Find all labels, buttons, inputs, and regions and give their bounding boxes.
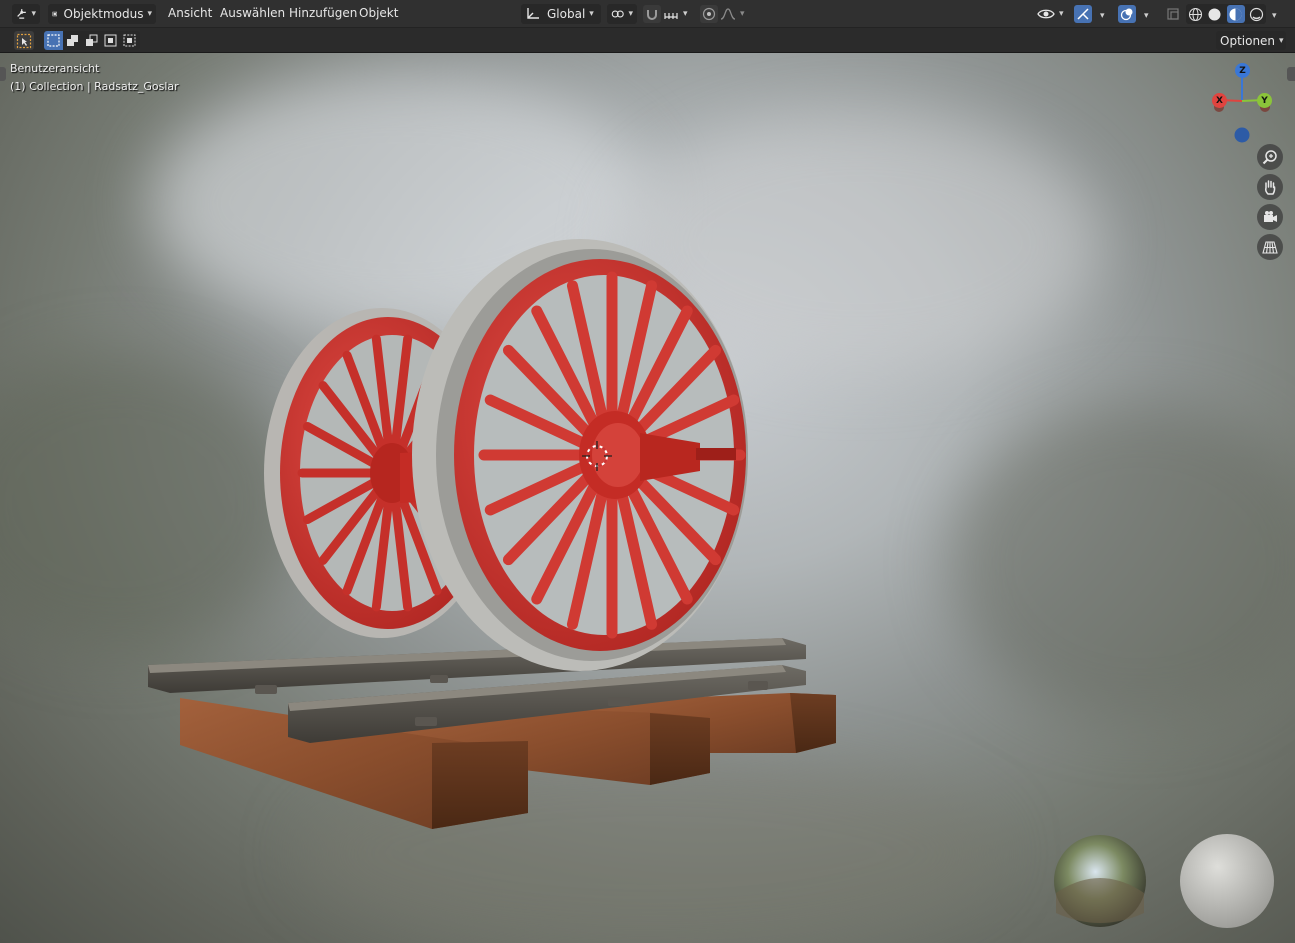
- chevron-down-icon: ▾: [1279, 35, 1284, 46]
- chevron-down-icon: ▾: [683, 9, 688, 19]
- viewport-header: ▾ Objektmodus ▾ Ansicht Auswählen Hinzuf…: [0, 0, 1295, 28]
- navigation-gizmo[interactable]: Z X Y: [1204, 63, 1284, 148]
- chevron-down-icon: ▾: [628, 9, 633, 19]
- select-box-icon: [16, 33, 32, 48]
- tool-settings-bar: Optionen ▾: [0, 28, 1295, 53]
- select-subtract-icon: [86, 34, 98, 46]
- falloff-icon: [720, 8, 736, 20]
- selection-mode-subtract[interactable]: [82, 31, 101, 50]
- gizmo-axis-x[interactable]: X: [1212, 93, 1227, 108]
- select-intersect-icon: [123, 34, 136, 47]
- editor-type-dropdown[interactable]: ▾: [12, 4, 40, 24]
- chevron-down-icon: ▾: [1059, 9, 1064, 19]
- gizmo-icon: [1077, 8, 1089, 20]
- falloff-dropdown[interactable]: ▾: [720, 4, 750, 24]
- sidebar-expand-handle[interactable]: [1287, 67, 1295, 81]
- visibility-icon: [1037, 9, 1055, 19]
- transform-orientation-label: Global: [547, 7, 586, 21]
- menu-view[interactable]: Ansicht: [168, 6, 212, 20]
- visibility-dropdown[interactable]: ▾: [1037, 4, 1069, 24]
- camera-icon: [1264, 211, 1277, 222]
- perspective-grid-icon: [1262, 241, 1278, 254]
- snap-toggle[interactable]: [643, 5, 661, 23]
- object-mode-dropdown[interactable]: Objektmodus ▾: [48, 4, 156, 24]
- zoom-button[interactable]: [1257, 144, 1283, 170]
- shading-mode-group: [1186, 4, 1266, 24]
- menu-object[interactable]: Objekt: [359, 6, 398, 20]
- chevron-down-icon: ▾: [31, 9, 36, 19]
- menu-select[interactable]: Auswählen: [220, 6, 285, 20]
- toolbar-expand-handle[interactable]: [0, 67, 6, 81]
- chevron-down-icon[interactable]: ▾: [1096, 6, 1105, 26]
- snap-increment-icon: [664, 13, 678, 19]
- chevron-down-icon[interactable]: ▾: [1268, 6, 1277, 26]
- object-mode-icon: [52, 11, 57, 17]
- snap-magnet-icon: [647, 10, 657, 20]
- gizmo-axis-y[interactable]: Y: [1257, 93, 1272, 108]
- select-invert-icon: [104, 34, 117, 47]
- selection-mode-intersect[interactable]: [120, 31, 139, 50]
- material-shading-icon: [1229, 8, 1242, 20]
- overlay-icon: [1120, 8, 1133, 21]
- selection-mode-extend[interactable]: [63, 31, 82, 50]
- chevron-down-icon[interactable]: ▾: [1140, 6, 1149, 26]
- select-new-icon: [47, 34, 60, 47]
- options-label: Optionen: [1220, 33, 1276, 48]
- pivot-point-dropdown[interactable]: ▾: [607, 4, 637, 24]
- gizmo-toggle[interactable]: [1074, 5, 1092, 23]
- gizmo-axis-z[interactable]: Z: [1235, 63, 1250, 78]
- 3d-viewport[interactable]: Benutzeransicht (1) Collection | Radsatz…: [0, 53, 1295, 943]
- material-shading-button[interactable]: [1226, 5, 1245, 23]
- options-dropdown[interactable]: Optionen ▾: [1216, 31, 1286, 50]
- chevron-down-icon: ▾: [147, 9, 152, 19]
- snap-target-dropdown[interactable]: ▾: [663, 4, 693, 24]
- selection-mode-new[interactable]: [44, 31, 63, 50]
- clay-preview-sphere[interactable]: [1180, 834, 1274, 928]
- rendered-shading-icon[interactable]: [1249, 7, 1264, 22]
- chevron-down-icon: ▾: [589, 9, 594, 19]
- proportional-edit-toggle[interactable]: [700, 5, 718, 23]
- editor-type-icon: [17, 9, 26, 19]
- scene-render: [148, 239, 1274, 928]
- chevron-down-icon: ▾: [740, 9, 745, 19]
- active-tool-button[interactable]: [14, 31, 34, 50]
- xray-toggle[interactable]: [1164, 5, 1182, 23]
- selection-mode-invert[interactable]: [101, 31, 120, 50]
- xray-icon: [1167, 8, 1179, 20]
- overlay-toggle[interactable]: [1118, 5, 1136, 23]
- solid-shading-icon[interactable]: [1207, 7, 1222, 22]
- hdri-preview-sphere[interactable]: [1054, 835, 1146, 927]
- selection-mode-group: [44, 31, 140, 50]
- hand-pan-icon: [1265, 180, 1276, 195]
- object-mode-label: Objektmodus: [63, 7, 144, 21]
- perspective-toggle-button[interactable]: [1257, 234, 1283, 260]
- pivot-icon: [611, 10, 624, 18]
- transform-orientation-dropdown[interactable]: Global ▾: [521, 4, 601, 24]
- proportional-edit-icon: [702, 7, 716, 21]
- pan-button[interactable]: [1257, 174, 1283, 200]
- wireframe-shading-icon[interactable]: [1188, 7, 1203, 22]
- select-extend-icon: [67, 35, 78, 46]
- camera-view-button[interactable]: [1257, 204, 1283, 230]
- zoom-icon: [1262, 150, 1277, 165]
- menu-add[interactable]: Hinzufügen: [289, 6, 357, 20]
- transform-orientation-icon: [527, 8, 539, 19]
- wheel-front: [412, 239, 748, 671]
